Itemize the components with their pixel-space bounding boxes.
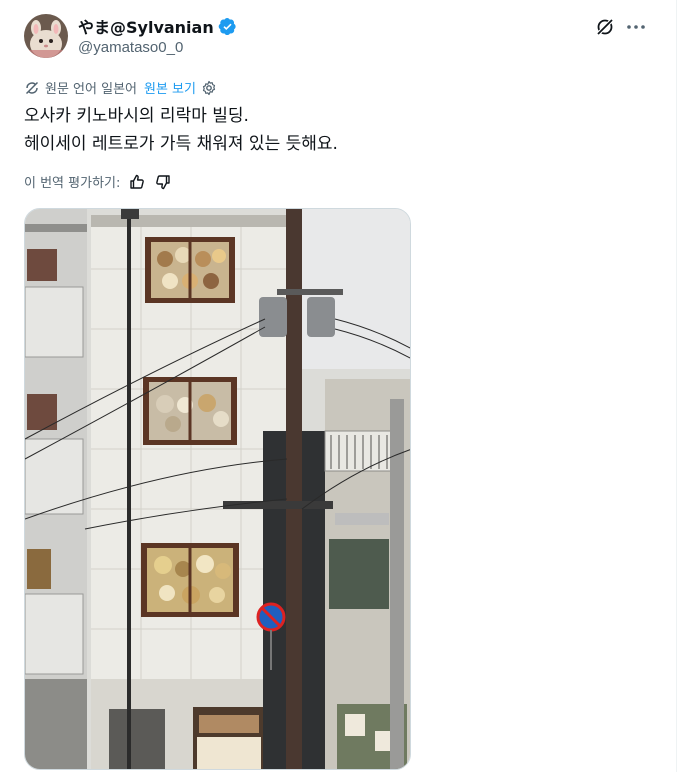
translate-icon <box>24 80 40 96</box>
author-name-row[interactable]: やま@Sylvanian <box>78 14 237 38</box>
tweet-photo[interactable] <box>24 208 411 770</box>
thumbs-up-icon[interactable] <box>128 173 146 191</box>
avatar[interactable] <box>24 14 68 58</box>
tweet-card: やま@Sylvanian @yamataso0_0 원문 언어 일본어 원본 보… <box>0 0 677 772</box>
grok-icon[interactable] <box>592 14 618 40</box>
thumbs-down-icon[interactable] <box>154 173 172 191</box>
tweet-text-line-1: 오사카 키노바시의 리락마 빌딩. <box>24 106 249 126</box>
rate-translation-label: 이 번역 평가하기: <box>24 176 121 191</box>
display-name[interactable]: やま@Sylvanian <box>78 14 214 38</box>
verified-badge-icon <box>218 17 237 36</box>
author-handle[interactable]: @yamataso0_0 <box>78 39 183 56</box>
gear-icon[interactable] <box>201 80 217 96</box>
tweet-text-line-2: 헤이세이 레트로가 가득 채워져 있는 듯해요. <box>24 134 338 154</box>
translation-source-label: 원문 언어 일본어 <box>45 82 137 97</box>
more-dots-icon[interactable] <box>622 14 650 40</box>
rate-translation-row: 이 번역 평가하기: <box>24 172 172 191</box>
tweet-text: 오사카 키노바시의 리락마 빌딩. 헤이세이 레트로가 가득 채워져 있는 듯해… <box>24 102 338 158</box>
show-original-link[interactable]: 원본 보기 <box>144 78 196 97</box>
translation-info-row: 원문 언어 일본어 원본 보기 <box>24 78 217 97</box>
